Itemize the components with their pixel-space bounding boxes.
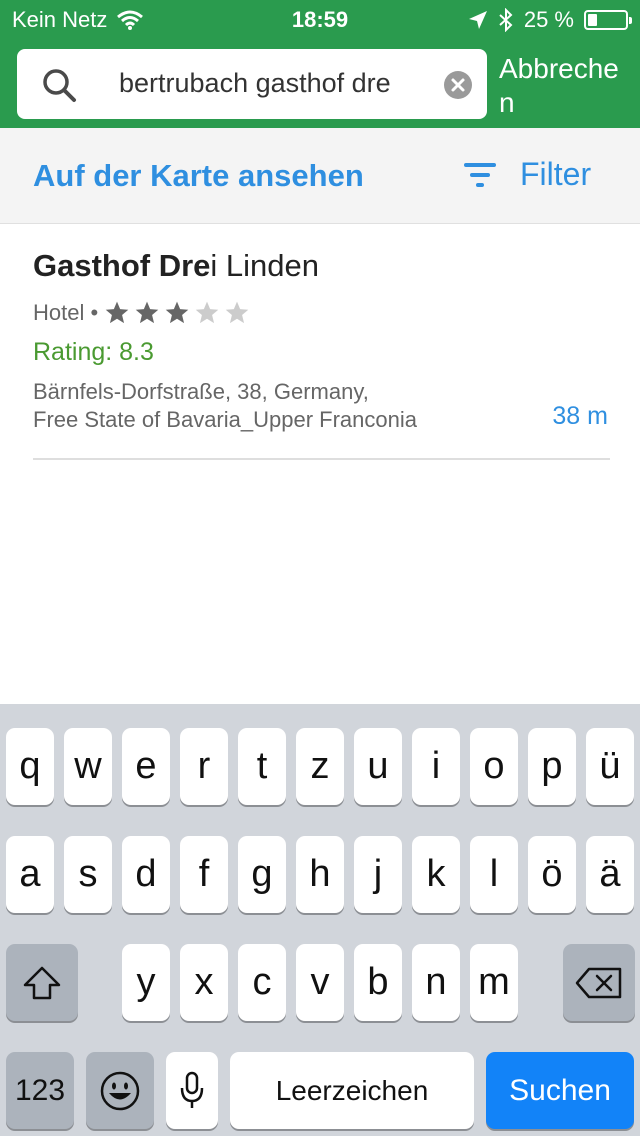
key-s[interactable]: s: [64, 836, 112, 913]
shift-icon: [23, 966, 61, 999]
key-c[interactable]: c: [238, 944, 286, 1021]
key-h[interactable]: h: [296, 836, 344, 913]
dictation-key[interactable]: [166, 1052, 218, 1129]
key-o[interactable]: o: [470, 728, 518, 805]
result-title: Gasthof Drei Linden: [33, 248, 610, 284]
key-k[interactable]: k: [412, 836, 460, 913]
emoji-icon: [100, 1071, 140, 1110]
key-j[interactable]: j: [354, 836, 402, 913]
results-toolbar: Auf der Karte ansehen Filter: [0, 128, 640, 224]
key-t[interactable]: t: [238, 728, 286, 805]
key-n[interactable]: n: [412, 944, 460, 1021]
key-g[interactable]: g: [238, 836, 286, 913]
star-empty-icon: [195, 301, 219, 324]
result-distance: 38 m: [552, 402, 608, 430]
emoji-key[interactable]: [86, 1052, 154, 1129]
star-filled-icon: [135, 301, 159, 324]
result-category: Hotel •: [33, 300, 99, 325]
key-d[interactable]: d: [122, 836, 170, 913]
search-header: bertrubach gasthof dre Abbrechen: [0, 40, 640, 128]
key-b[interactable]: b: [354, 944, 402, 1021]
key-q[interactable]: q: [6, 728, 54, 805]
key-l[interactable]: l: [470, 836, 518, 913]
cancel-button[interactable]: Abbrechen: [499, 52, 634, 120]
filter-button[interactable]: Filter: [462, 156, 591, 193]
search-icon: [43, 69, 76, 102]
search-query[interactable]: bertrubach gasthof dre: [119, 68, 414, 99]
key-ö[interactable]: ö: [528, 836, 576, 913]
result-title-rest: i Linden: [210, 248, 320, 283]
result-title-match: Gasthof Dre: [33, 248, 211, 283]
key-a[interactable]: a: [6, 836, 54, 913]
filter-icon: [464, 162, 496, 187]
address-line-2: Free State of Bavaria_Upper Franconia: [33, 407, 417, 432]
key-z[interactable]: z: [296, 728, 344, 805]
key-m[interactable]: m: [470, 944, 518, 1021]
star-filled-icon: [105, 301, 129, 324]
search-key[interactable]: Suchen: [486, 1052, 634, 1129]
result-meta: Hotel •: [33, 300, 250, 326]
microphone-icon: [180, 1071, 204, 1108]
backspace-key[interactable]: [563, 944, 635, 1021]
battery-icon: [584, 10, 632, 30]
star-filled-icon: [165, 301, 189, 324]
search-input[interactable]: bertrubach gasthof dre: [17, 49, 487, 119]
key-w[interactable]: w: [64, 728, 112, 805]
star-empty-icon: [225, 301, 249, 324]
view-on-map-link[interactable]: Auf der Karte ansehen: [33, 158, 364, 194]
battery-percent: 25 %: [523, 7, 574, 32]
space-key[interactable]: Leerzeichen: [230, 1052, 474, 1129]
key-x[interactable]: x: [180, 944, 228, 1021]
status-right: 25 %: [468, 7, 632, 33]
battery-level: [588, 14, 597, 26]
location-arrow-icon: [468, 11, 487, 29]
keyboard: 123 Leerzeichen Suchen qwertzuiopü asdfgh…: [0, 704, 640, 1136]
clear-icon[interactable]: [444, 71, 472, 99]
close-icon: [451, 78, 465, 92]
key-v[interactable]: v: [296, 944, 344, 1021]
filter-label: Filter: [520, 156, 592, 192]
key-ü[interactable]: ü: [586, 728, 634, 805]
numbers-key[interactable]: 123: [6, 1052, 74, 1129]
key-f[interactable]: f: [180, 836, 228, 913]
result-address: Bärnfels-Dorfstraße, 38, Germany, Free S…: [33, 378, 417, 434]
key-u[interactable]: u: [354, 728, 402, 805]
result-rating: Rating: 8.3: [33, 338, 154, 366]
shift-key[interactable]: [6, 944, 78, 1021]
key-y[interactable]: y: [122, 944, 170, 1021]
key-ä[interactable]: ä: [586, 836, 634, 913]
key-i[interactable]: i: [412, 728, 460, 805]
star-rating: [104, 300, 250, 326]
list-item[interactable]: Gasthof Drei Linden Hotel • Rating: 8.3 …: [33, 248, 610, 460]
key-e[interactable]: e: [122, 728, 170, 805]
status-bar: Kein Netz 18:59 25 %: [0, 0, 640, 40]
key-r[interactable]: r: [180, 728, 228, 805]
backspace-icon: [575, 967, 622, 998]
address-line-1: Bärnfels-Dorfstraße, 38, Germany,: [33, 379, 369, 404]
key-p[interactable]: p: [528, 728, 576, 805]
bluetooth-icon: [499, 8, 513, 32]
